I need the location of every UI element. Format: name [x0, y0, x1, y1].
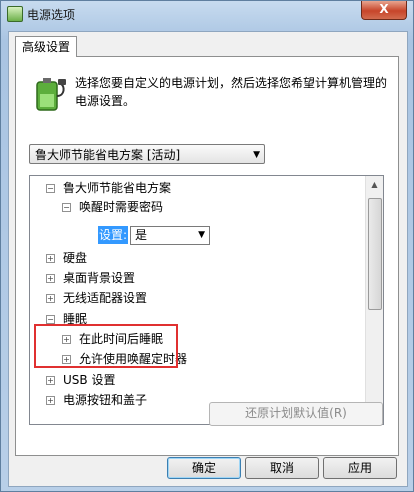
- cancel-button[interactable]: 取消: [245, 457, 319, 479]
- tree-item-label: 鲁大师节能省电方案: [63, 181, 172, 195]
- settings-tree[interactable]: − 鲁大师节能省电方案 − 唤醒时需要密码 设置: 是 ▼ + 硬盘 + 桌面背景设置 + 无…: [29, 175, 384, 425]
- description-text: 选择您要自定义的电源计划，然后选择您希望计算机管理的电源设置。: [75, 76, 388, 108]
- expand-icon[interactable]: +: [46, 274, 55, 283]
- tree-item-label: 睡眠: [63, 312, 88, 326]
- scroll-up-icon[interactable]: ▲: [366, 176, 383, 193]
- chevron-down-icon: ▼: [253, 150, 260, 160]
- title-bar[interactable]: 电源选项 X: [1, 1, 413, 27]
- tree-item-label: 桌面背景设置: [63, 271, 136, 285]
- tree-item-usb-settings[interactable]: + USB 设置: [46, 371, 115, 389]
- tree-item-sleep-after[interactable]: + 在此时间后睡眠: [62, 330, 163, 348]
- tree-item-label: 唤醒时需要密码: [79, 200, 164, 214]
- tree-item-sleep[interactable]: − 睡眠: [46, 310, 87, 328]
- tree-item-wake-password[interactable]: − 唤醒时需要密码: [62, 198, 163, 216]
- battery-plug-icon: [36, 78, 66, 111]
- tab-advanced-settings[interactable]: 高级设置: [15, 36, 78, 57]
- close-button[interactable]: X: [361, 1, 407, 20]
- power-plan-value: 鲁大师节能省电方案 [活动]: [35, 148, 181, 162]
- tree-item-power-buttons[interactable]: + 电源按钮和盖子: [46, 391, 147, 409]
- setting-value-select[interactable]: 是 ▼: [130, 226, 211, 245]
- tree-item-label: 允许使用唤醒定时器: [79, 352, 188, 366]
- restore-defaults-button[interactable]: 还原计划默认值(R): [209, 402, 383, 426]
- setting-row: 设置: 是 ▼: [98, 226, 211, 246]
- collapse-icon[interactable]: −: [46, 315, 55, 324]
- power-options-window: 电源选项 X 高级设置 选择您要自定义的电源计划，然后选择您希望计算机管理的电源…: [0, 0, 414, 492]
- window-title: 电源选项: [27, 8, 76, 22]
- tree-item-plan[interactable]: − 鲁大师节能省电方案: [46, 179, 171, 197]
- tree-item-label: 在此时间后睡眠: [79, 332, 164, 346]
- tree-item-hard-disk[interactable]: + 硬盘: [46, 249, 87, 267]
- ok-button[interactable]: 确定: [167, 457, 241, 479]
- setting-value: 是: [135, 228, 148, 242]
- collapse-icon[interactable]: −: [62, 203, 71, 212]
- tree-item-wake-timers[interactable]: + 允许使用唤醒定时器: [62, 350, 187, 368]
- expand-icon[interactable]: +: [46, 294, 55, 303]
- tree-item-label: 硬盘: [63, 251, 88, 265]
- power-options-icon: [7, 6, 23, 22]
- chevron-down-icon: ▼: [198, 230, 206, 240]
- expand-icon[interactable]: +: [46, 254, 55, 263]
- scroll-thumb[interactable]: [368, 198, 382, 310]
- setting-label: 设置:: [98, 226, 129, 244]
- tree-scrollbar[interactable]: ▲ ▼: [365, 176, 383, 424]
- dialog-content: 高级设置 选择您要自定义的电源计划，然后选择您希望计算机管理的电源设置。 鲁大师…: [8, 31, 408, 487]
- collapse-icon[interactable]: −: [46, 184, 55, 193]
- expand-icon[interactable]: +: [62, 335, 71, 344]
- expand-icon[interactable]: +: [46, 376, 55, 385]
- tree-item-label: 电源按钮和盖子: [63, 393, 148, 407]
- expand-icon[interactable]: +: [46, 396, 55, 405]
- tree-item-desktop-background[interactable]: + 桌面背景设置: [46, 269, 135, 287]
- expand-icon[interactable]: +: [62, 355, 71, 364]
- tree-item-wireless-adapter[interactable]: + 无线适配器设置: [46, 289, 147, 307]
- tree-item-label: USB 设置: [63, 373, 116, 387]
- apply-button[interactable]: 应用: [323, 457, 397, 479]
- power-plan-select[interactable]: 鲁大师节能省电方案 [活动] ▼: [29, 144, 265, 164]
- tree-item-label: 无线适配器设置: [63, 291, 148, 305]
